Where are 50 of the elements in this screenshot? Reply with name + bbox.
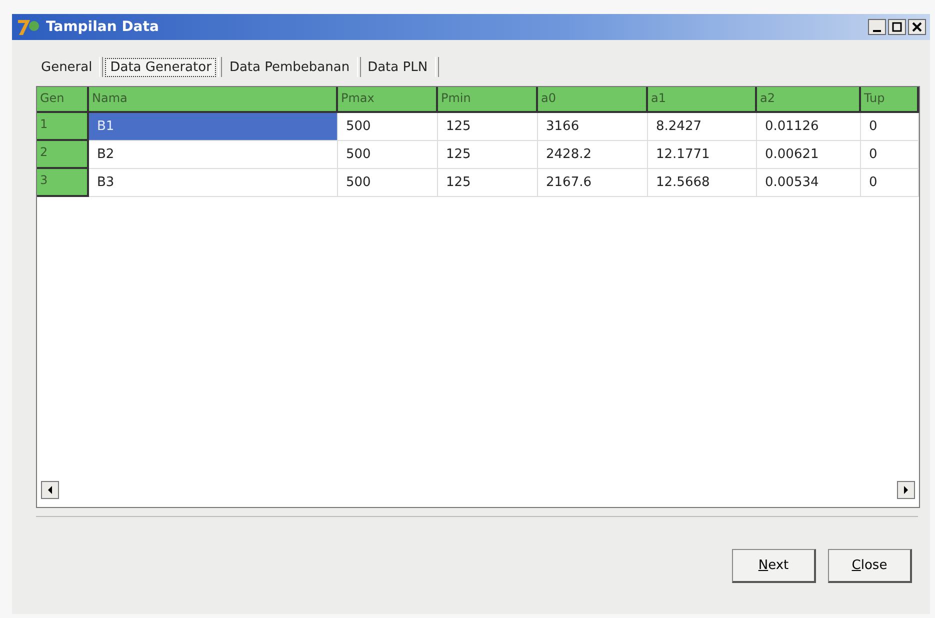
table-cell: 125	[438, 141, 538, 169]
table-cell: B2	[89, 141, 338, 169]
tab[interactable]: Data Generator	[105, 58, 216, 76]
tab[interactable]: Data Pembebanan	[224, 58, 355, 76]
table-cell: 0	[861, 113, 919, 141]
table-cell: 2167.6	[538, 169, 648, 197]
tab[interactable]: Data PLN	[362, 58, 433, 76]
table-cell: 500	[338, 113, 438, 141]
table-cell: B3	[89, 169, 338, 197]
table-cell: 125	[438, 169, 538, 197]
column-header[interactable]: Pmin	[438, 87, 538, 113]
column-header[interactable]: a1	[648, 87, 757, 113]
column-header[interactable]: Pmax	[338, 87, 438, 113]
table-cell: 3166	[538, 113, 648, 141]
table-cell: 8.2427	[648, 113, 757, 141]
table-cell: 0	[861, 141, 919, 169]
dialog-button[interactable]: Next	[732, 548, 816, 582]
left-arrow-icon	[47, 486, 53, 494]
column-header[interactable]: Gen	[37, 87, 89, 113]
maximize-icon	[892, 22, 902, 32]
table-cell: 12.5668	[648, 169, 757, 197]
table-cell: B1	[89, 113, 338, 141]
minimize-icon	[873, 30, 881, 32]
row-header[interactable]: 1	[37, 113, 89, 141]
close-button[interactable]	[908, 19, 926, 35]
minimize-button[interactable]	[868, 19, 886, 35]
table-cell: 0.00534	[757, 169, 861, 197]
close-icon	[912, 22, 922, 32]
column-header[interactable]: Tup	[861, 87, 919, 113]
table-cell: 0	[861, 169, 919, 197]
table-cell: 0.01126	[757, 113, 861, 141]
table-cell: 500	[338, 141, 438, 169]
scroll-left-button[interactable]	[41, 481, 59, 499]
column-header[interactable]: Nama	[89, 87, 338, 113]
right-arrow-icon	[903, 486, 909, 494]
app-logo-icon	[16, 17, 42, 37]
column-header[interactable]: a2	[757, 87, 861, 113]
table-cell: 125	[438, 113, 538, 141]
dialog-button[interactable]: Close	[828, 548, 912, 582]
maximize-button[interactable]	[888, 19, 906, 35]
row-header[interactable]: 2	[37, 141, 89, 169]
table-cell: 12.1771	[648, 141, 757, 169]
scroll-right-button[interactable]	[897, 481, 915, 499]
table-cell: 2428.2	[538, 141, 648, 169]
column-header[interactable]: a0	[538, 87, 648, 113]
table-cell: 0.00621	[757, 141, 861, 169]
tab[interactable]: General	[36, 58, 98, 76]
window-title: Tampilan Data	[46, 19, 160, 35]
table-cell: 500	[338, 169, 438, 197]
row-header[interactable]: 3	[37, 169, 89, 197]
